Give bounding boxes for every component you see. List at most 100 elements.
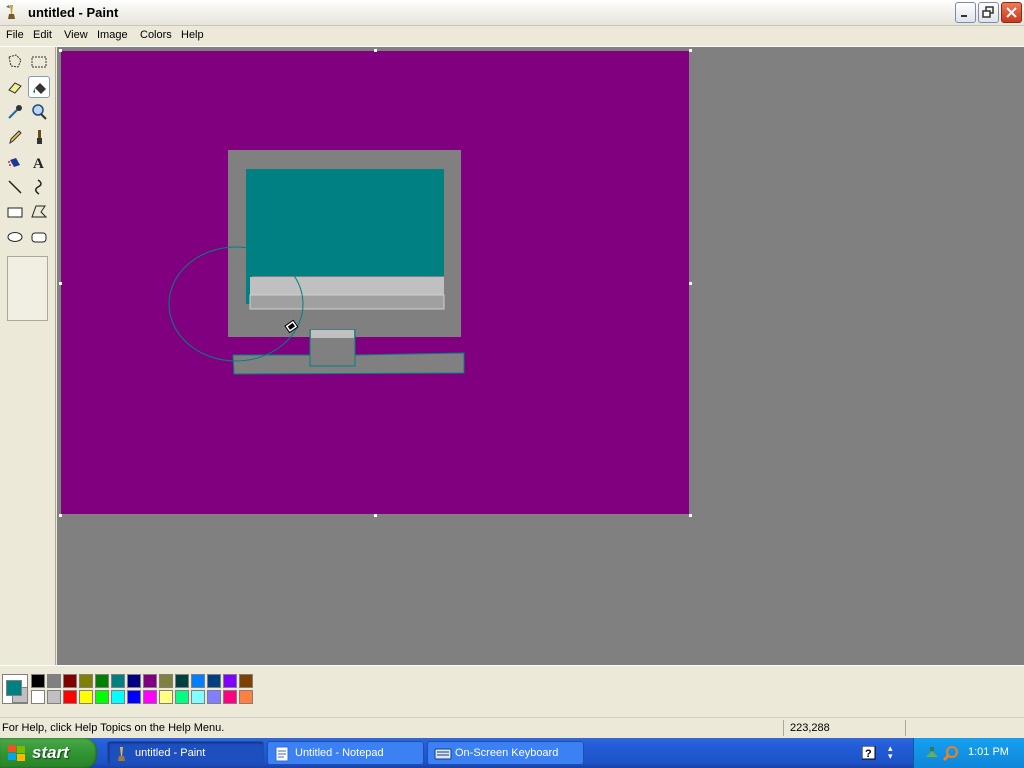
- pick-color-icon: [8, 105, 22, 119]
- menu-image[interactable]: Image: [97, 28, 128, 42]
- palette-swatch[interactable]: [63, 674, 77, 688]
- pencil-icon: [9, 130, 22, 145]
- palette-swatch[interactable]: [47, 674, 61, 688]
- start-button[interactable]: start: [0, 738, 97, 768]
- palette-swatch[interactable]: [239, 674, 253, 688]
- taskbar-item-paint[interactable]: untitled - Paint: [107, 741, 264, 765]
- toolbox: A: [0, 47, 56, 665]
- free-form-select-icon: [8, 54, 22, 68]
- tool-curve[interactable]: [28, 176, 50, 198]
- language-bar-options-icon[interactable]: ▴ ▾: [888, 744, 893, 761]
- palette-swatch[interactable]: [79, 690, 93, 704]
- restore-button[interactable]: [978, 2, 999, 23]
- menu-colors[interactable]: Colors: [140, 28, 172, 42]
- tool-brush[interactable]: [28, 126, 50, 148]
- minimize-icon: [961, 15, 967, 17]
- palette-swatch[interactable]: [47, 690, 61, 704]
- polygon-icon: [31, 205, 48, 218]
- tool-options-box[interactable]: [7, 256, 48, 321]
- svg-text:?: ?: [865, 748, 872, 760]
- network-icon[interactable]: [924, 745, 940, 761]
- curve-icon: [35, 179, 42, 195]
- taskbar-item-keyboard[interactable]: On-Screen Keyboard: [427, 741, 584, 765]
- tool-airbrush[interactable]: [4, 151, 26, 173]
- minimize-button[interactable]: [955, 2, 976, 23]
- canvas-drawing: [168, 150, 465, 375]
- menu-bar: File Edit View Image Colors Help: [0, 26, 1024, 47]
- tool-line[interactable]: [4, 176, 26, 198]
- tool-free-form-select[interactable]: [4, 51, 26, 73]
- palette-swatch[interactable]: [95, 690, 109, 704]
- palette-swatch[interactable]: [95, 674, 109, 688]
- line-icon: [8, 180, 22, 194]
- paint-icon: [118, 747, 125, 761]
- menu-file[interactable]: File: [6, 28, 24, 42]
- palette-swatch[interactable]: [207, 690, 221, 704]
- palette-swatch[interactable]: [79, 674, 93, 688]
- language-bar-help-icon[interactable]: ?: [862, 746, 876, 760]
- color-palette: [0, 665, 1024, 714]
- tool-text[interactable]: A: [28, 151, 50, 173]
- canvas-handle: [59, 514, 62, 517]
- palette-swatch[interactable]: [143, 690, 157, 704]
- menu-help[interactable]: Help: [181, 28, 204, 42]
- palette-swatch[interactable]: [111, 690, 125, 704]
- palette-swatch[interactable]: [111, 674, 125, 688]
- windows-logo-icon: [8, 745, 25, 761]
- foreground-color-swatch: [6, 680, 22, 696]
- status-bar: For Help, click Help Topics on the Help …: [0, 717, 1024, 739]
- paint-icon: [4, 4, 20, 20]
- status-help-text: For Help, click Help Topics on the Help …: [2, 722, 225, 734]
- palette-swatch[interactable]: [159, 674, 173, 688]
- tool-select[interactable]: [28, 51, 50, 73]
- palette-swatch[interactable]: [175, 690, 189, 704]
- eraser-icon: [8, 82, 22, 94]
- keyboard-icon: [434, 748, 452, 760]
- tool-polygon[interactable]: [28, 201, 50, 223]
- tool-magnifier[interactable]: [28, 101, 50, 123]
- clock[interactable]: 1:01 PM: [968, 746, 1009, 758]
- menu-edit[interactable]: Edit: [33, 28, 52, 42]
- system-tray: 1:01 PM: [913, 738, 1024, 768]
- taskbar: start untitled - Paint Untitled - Notepa…: [0, 738, 1024, 768]
- palette-swatch[interactable]: [31, 674, 45, 688]
- text-icon: A: [33, 156, 44, 171]
- select-icon: [31, 56, 47, 68]
- palette-swatch[interactable]: [63, 690, 77, 704]
- drawing-canvas[interactable]: [61, 51, 689, 514]
- title-bar[interactable]: untitled - Paint: [0, 0, 1024, 26]
- status-separator: [783, 720, 784, 736]
- restore-icon: [982, 6, 994, 18]
- palette-swatch[interactable]: [191, 690, 205, 704]
- magnifier-icon: [32, 104, 47, 120]
- palette-swatch[interactable]: [159, 690, 173, 704]
- tool-eraser[interactable]: [4, 76, 26, 98]
- palette-swatch[interactable]: [191, 674, 205, 688]
- palette-swatch[interactable]: [223, 690, 237, 704]
- canvas-resize-handle-bottom[interactable]: [374, 514, 377, 517]
- tool-pencil[interactable]: [4, 126, 26, 148]
- canvas-handle: [59, 49, 62, 52]
- canvas-resize-handle-corner[interactable]: [689, 514, 692, 517]
- palette-swatch[interactable]: [175, 674, 189, 688]
- palette-swatch[interactable]: [127, 674, 141, 688]
- tool-fill-bucket[interactable]: [28, 76, 50, 98]
- close-button[interactable]: [1001, 2, 1022, 23]
- taskbar-item-notepad[interactable]: Untitled - Notepad: [267, 741, 424, 765]
- tool-pick-color[interactable]: [4, 101, 26, 123]
- canvas-resize-handle-right[interactable]: [689, 282, 692, 285]
- palette-swatch[interactable]: [127, 690, 141, 704]
- palette-swatch[interactable]: [223, 674, 237, 688]
- ellipse-icon: [7, 232, 23, 242]
- palette-swatch[interactable]: [239, 690, 253, 704]
- palette-swatch[interactable]: [143, 674, 157, 688]
- tool-rounded-rectangle[interactable]: [28, 226, 50, 248]
- tool-rectangle[interactable]: [4, 201, 26, 223]
- palette-swatch[interactable]: [207, 674, 221, 688]
- search-icon[interactable]: [943, 745, 959, 761]
- taskbar-item-label: untitled - Paint: [135, 747, 206, 759]
- palette-swatch[interactable]: [31, 690, 45, 704]
- tool-ellipse[interactable]: [4, 226, 26, 248]
- menu-view[interactable]: View: [64, 28, 88, 42]
- notepad-icon: [275, 746, 289, 762]
